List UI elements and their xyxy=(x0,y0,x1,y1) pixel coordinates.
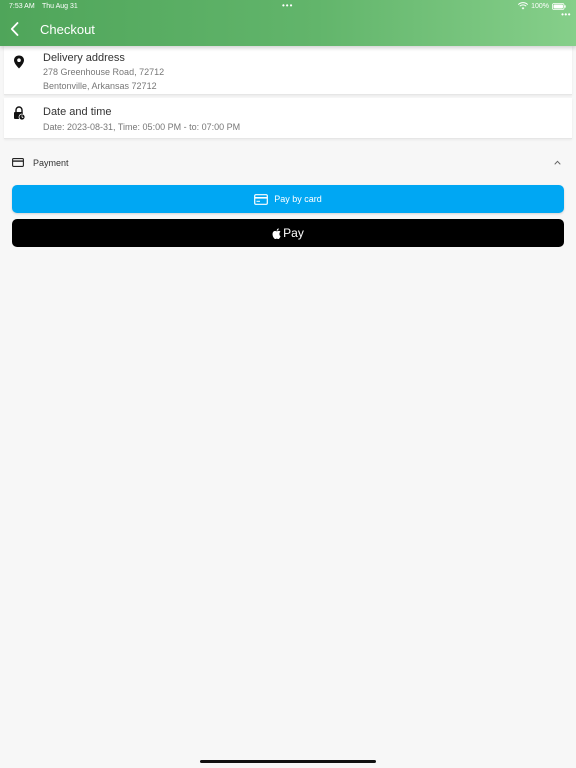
status-time: 7:53 AM xyxy=(9,3,35,10)
status-date: Thu Aug 31 xyxy=(42,3,78,10)
credit-card-icon xyxy=(12,158,24,167)
date-time-value: Date: 2023-08-31, Time: 05:00 PM - to: 0… xyxy=(43,122,241,132)
payment-label: Payment xyxy=(33,158,69,168)
address-line-2: Bentonville, Arkansas 72712 xyxy=(43,81,157,91)
location-pin-icon xyxy=(14,55,24,69)
checkout-screen: 7:53 AM Thu Aug 31 ••• 100% ••• Checkout… xyxy=(0,0,576,768)
payment-section-header[interactable]: Payment xyxy=(0,150,576,176)
credit-card-icon xyxy=(254,193,269,205)
chevron-up-icon[interactable] xyxy=(554,160,561,165)
apple-pay-button[interactable]: Pay xyxy=(12,219,564,247)
lock-clock-icon xyxy=(14,106,25,120)
pay-by-card-button[interactable]: Pay by card xyxy=(12,185,564,213)
home-indicator[interactable] xyxy=(200,760,376,763)
app-header: 7:53 AM Thu Aug 31 ••• 100% ••• Checkout xyxy=(0,0,576,46)
battery-percent: 100% xyxy=(531,2,549,10)
apple-logo-icon xyxy=(272,227,281,239)
apple-pay-label: Pay xyxy=(283,226,304,240)
multitask-dots[interactable]: ••• xyxy=(282,1,293,10)
battery-icon xyxy=(552,2,566,10)
status-bar: 7:53 AM Thu Aug 31 ••• 100% xyxy=(0,0,576,14)
address-line-1: 278 Greenhouse Road, 72712 xyxy=(43,67,165,77)
wifi-icon xyxy=(518,2,529,10)
status-indicators: 100% xyxy=(518,2,566,10)
chevron-left-icon xyxy=(10,22,18,36)
date-time-card[interactable]: Date and time Date: 2023-08-31, Time: 05… xyxy=(4,98,572,139)
more-options-dots[interactable]: ••• xyxy=(561,10,571,19)
date-time-title: Date and time xyxy=(43,106,112,118)
back-button[interactable] xyxy=(6,20,22,38)
delivery-address-card[interactable]: Delivery address 278 Greenhouse Road, 72… xyxy=(4,46,572,95)
page-title: Checkout xyxy=(40,22,95,37)
delivery-address-title: Delivery address xyxy=(43,52,125,64)
pay-by-card-label: Pay by card xyxy=(274,194,322,204)
